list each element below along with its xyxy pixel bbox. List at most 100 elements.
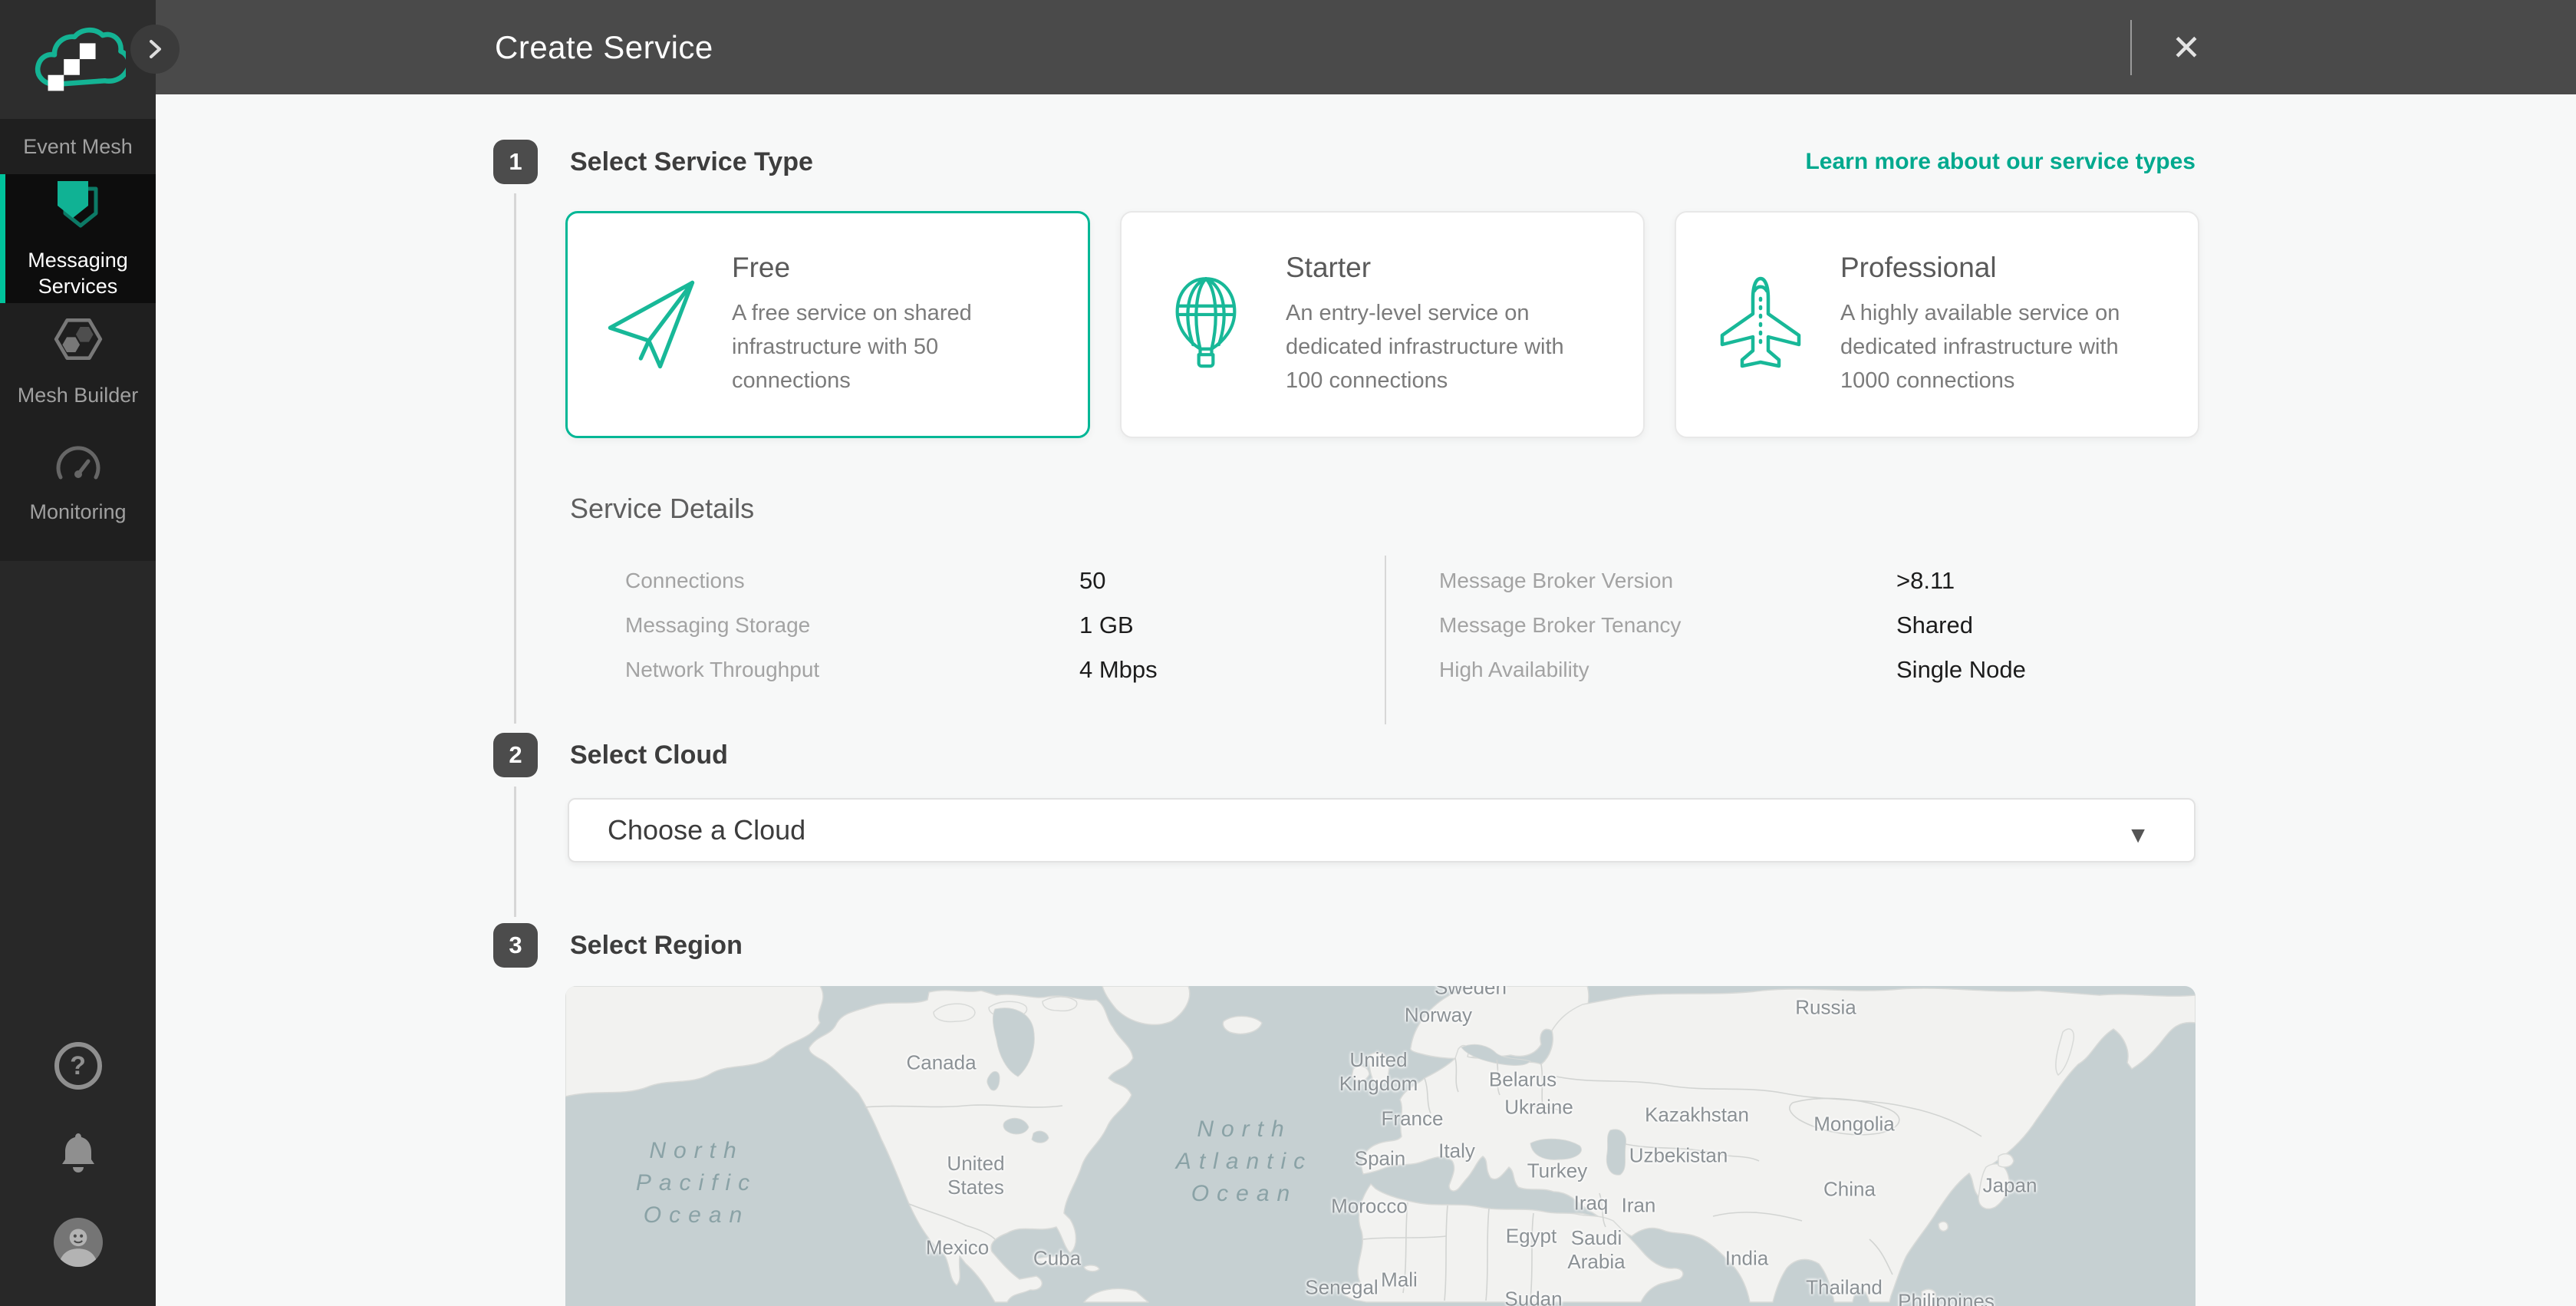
detail-label: Network Throughput: [625, 658, 1079, 682]
header-divider: [2130, 20, 2132, 75]
map-label: United States: [947, 1152, 1004, 1199]
map-label: Kazakhstan: [1645, 1103, 1749, 1127]
hot-air-balloon-icon: [1155, 272, 1257, 377]
learn-more-link[interactable]: Learn more about our service types: [1805, 140, 2196, 184]
cloud-select[interactable]: Choose a Cloud ▼: [568, 798, 2196, 862]
detail-row: Messaging Storage 1 GB: [625, 603, 1158, 648]
card-title: Professional: [1840, 252, 2156, 284]
region-map[interactable]: Canada United States Mexico Cuba SenegalMali…: [565, 986, 2196, 1306]
map-label: Spain: [1355, 1147, 1406, 1171]
step-1-title: Select Service Type: [570, 140, 813, 184]
map-label: Mexico: [926, 1236, 989, 1260]
sidebar-item-monitoring[interactable]: Monitoring: [0, 418, 156, 549]
detail-value: 4 Mbps: [1079, 656, 1158, 684]
map-label: China: [1823, 1178, 1876, 1202]
sidebar-item-event-mesh[interactable]: Event Mesh: [0, 119, 156, 174]
card-description: An entry-level service on dedicated infr…: [1286, 296, 1602, 397]
sidebar-nav: Event Mesh Messaging Services Mesh Build…: [0, 119, 156, 561]
detail-value: Shared: [1896, 612, 1973, 639]
sidebar-item-label: Event Mesh: [23, 134, 133, 160]
detail-row: Connections 50: [625, 559, 1158, 603]
map-label: Belarus: [1489, 1068, 1556, 1092]
detail-value: Single Node: [1896, 656, 2026, 684]
page-title: Create Service: [495, 0, 713, 94]
service-type-card-starter[interactable]: Starter An entry-level service on dedica…: [1120, 211, 1645, 438]
map-label: Philippines: [1898, 1290, 1995, 1306]
detail-row: High Availability Single Node: [1439, 648, 2026, 692]
chevron-down-icon: ▼: [2126, 823, 2149, 849]
map-label: France: [1382, 1107, 1444, 1131]
step-2-number: 2: [493, 733, 538, 777]
service-type-cards: Free A free service on shared infrastruc…: [565, 211, 2199, 438]
detail-value: 1 GB: [1079, 612, 1134, 639]
chevron-right-icon: [144, 38, 166, 61]
map-label: Canada: [906, 1051, 976, 1075]
map-label: Senegal: [1305, 1276, 1378, 1300]
detail-label: High Availability: [1439, 658, 1896, 682]
service-details-left: Connections 50 Messaging Storage 1 GB Ne…: [625, 559, 1158, 692]
map-label: Mali: [1381, 1268, 1418, 1292]
detail-label: Message Broker Tenancy: [1439, 613, 1896, 638]
account-icon[interactable]: [54, 1218, 103, 1271]
card-text: Professional A highly available service …: [1840, 252, 2156, 397]
detail-row: Network Throughput 4 Mbps: [625, 648, 1158, 692]
help-icon[interactable]: ?: [54, 1042, 102, 1090]
step-1-number: 1: [493, 140, 538, 184]
map-label: Egypt: [1506, 1225, 1557, 1248]
sidebar-expand-button[interactable]: [130, 25, 180, 74]
step-connector-2: [514, 787, 516, 917]
map-label: Turkey: [1527, 1159, 1588, 1183]
details-divider: [1385, 556, 1386, 724]
map-label: Iran: [1622, 1194, 1656, 1218]
map-label: Ukraine: [1504, 1096, 1573, 1120]
detail-label: Message Broker Version: [1439, 569, 1896, 593]
service-type-card-free[interactable]: Free A free service on shared infrastruc…: [565, 211, 1090, 438]
detail-label: Connections: [625, 569, 1079, 593]
map-label: Sweden: [1435, 986, 1507, 1000]
sidebar-item-label: Monitoring: [29, 499, 126, 525]
card-title: Starter: [1286, 252, 1602, 284]
sidebar-item-messaging-services[interactable]: Messaging Services: [0, 174, 156, 303]
ocean-label: NorthAtlanticOcean: [1176, 1113, 1313, 1210]
step-connector-1: [514, 193, 516, 724]
sidebar: Event Mesh Messaging Services Mesh Build…: [0, 0, 156, 1306]
cloud-logo-icon: [31, 21, 126, 98]
card-text: Free A free service on shared infrastruc…: [732, 252, 1048, 397]
ocean-label: NorthPacificOcean: [636, 1135, 757, 1232]
map-label: Mongolia: [1813, 1113, 1895, 1136]
card-description: A highly available service on dedicated …: [1840, 296, 2156, 397]
detail-row: Message Broker Version >8.11: [1439, 559, 2026, 603]
map-label: India: [1725, 1247, 1768, 1271]
map-label: Morocco: [1331, 1195, 1408, 1219]
step-3-title: Select Region: [570, 923, 743, 968]
service-details-title: Service Details: [570, 493, 754, 525]
map-label: Russia: [1795, 996, 1856, 1020]
sidebar-item-label: Mesh Builder: [18, 382, 139, 408]
detail-row: Message Broker Tenancy Shared: [1439, 603, 2026, 648]
card-title: Free: [732, 252, 1048, 284]
cloud-select-value: Choose a Cloud: [608, 800, 805, 861]
map-label: Thailand: [1806, 1276, 1883, 1300]
map-label: Norway: [1405, 1004, 1472, 1027]
dialog-header: Create Service ✕: [0, 0, 2576, 94]
detail-label: Messaging Storage: [625, 613, 1079, 638]
card-description: A free service on shared infrastructure …: [732, 296, 1048, 397]
sidebar-item-mesh-builder[interactable]: Mesh Builder: [0, 303, 156, 418]
paper-plane-icon: [601, 276, 703, 373]
map-label: Japan: [1983, 1174, 2037, 1198]
airplane-icon: [1710, 273, 1811, 376]
service-type-card-professional[interactable]: Professional A highly available service …: [1675, 211, 2199, 438]
sidebar-item-label: Messaging Services: [21, 247, 136, 299]
step-3-number: 3: [493, 923, 538, 968]
close-icon[interactable]: ✕: [2162, 23, 2211, 72]
map-label: Iraq: [1574, 1192, 1609, 1215]
service-details-right: Message Broker Version >8.11 Message Bro…: [1439, 559, 2026, 692]
detail-value: >8.11: [1896, 567, 1955, 595]
gauge-icon: [53, 442, 104, 488]
card-text: Starter An entry-level service on dedica…: [1286, 252, 1602, 397]
map-label: Italy: [1438, 1139, 1475, 1163]
step-2-title: Select Cloud: [570, 733, 728, 777]
map-label: Cuba: [1033, 1247, 1081, 1271]
hexagons-icon: [52, 313, 104, 371]
notifications-icon[interactable]: [56, 1130, 100, 1178]
